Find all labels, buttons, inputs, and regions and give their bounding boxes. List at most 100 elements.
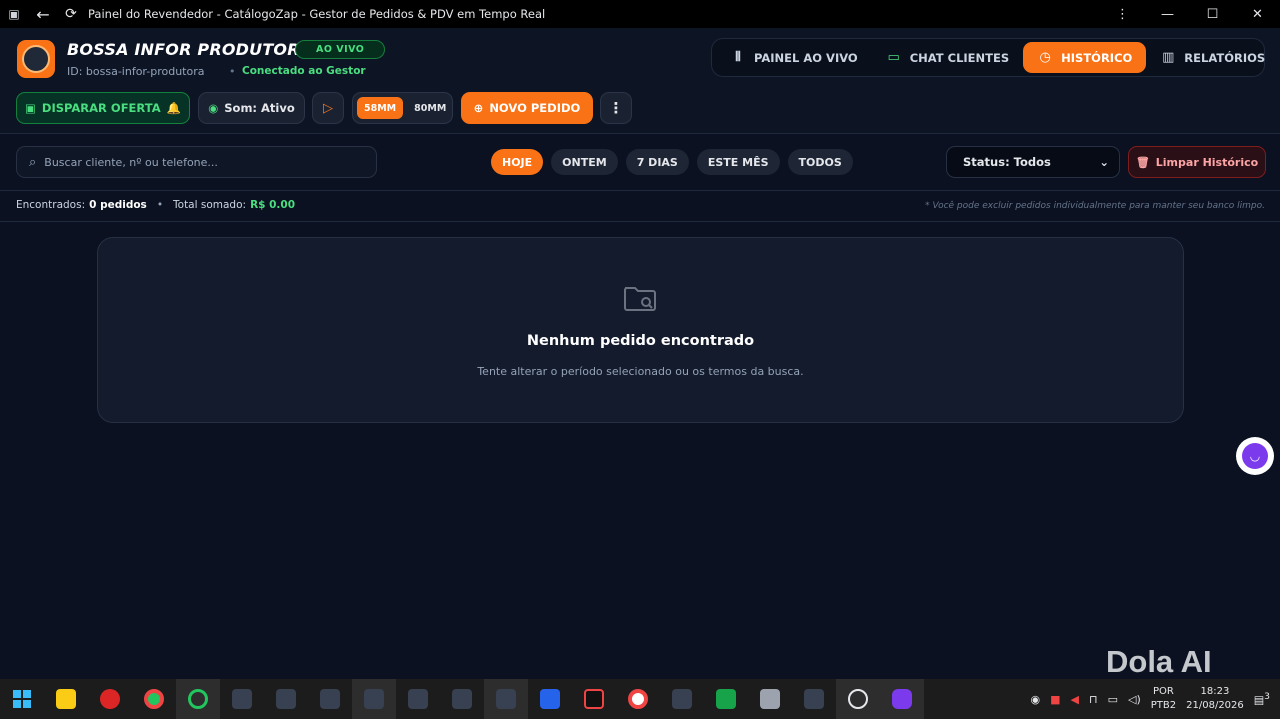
kebab-icon: ⋮ [608, 99, 624, 117]
chrome-icon [144, 689, 164, 709]
history-icon: ◷ [1039, 50, 1051, 65]
taskbar-app-blue[interactable] [528, 679, 572, 719]
opera-icon [188, 689, 208, 709]
taskbar-app-5[interactable] [396, 679, 440, 719]
app-icon: ▣ [8, 7, 20, 21]
taskbar-app-3[interactable] [308, 679, 352, 719]
novo-pedido-button[interactable]: ⊕ NOVO PEDIDO [461, 92, 593, 124]
search-input[interactable] [44, 155, 355, 169]
taskbar-app-recorder[interactable] [572, 679, 616, 719]
tray-icon[interactable]: ◉ [1031, 693, 1041, 706]
maximize-button[interactable]: ☐ [1190, 0, 1235, 28]
search-box: ⌕ [16, 146, 377, 178]
empty-state-card: Nenhum pedido encontrado Tente alterar o… [97, 237, 1184, 423]
sound-toggle-button[interactable]: ◉ Som: Ativo [198, 92, 305, 124]
period-7-dias[interactable]: 7 DIAS [625, 149, 689, 175]
divider [0, 221, 1280, 222]
status-value: Status: Todos [963, 155, 1051, 169]
taskbar-app-red[interactable] [88, 679, 132, 719]
taskbar-opera[interactable] [176, 679, 220, 719]
taskbar-whatsapp[interactable] [836, 679, 880, 719]
kebab-menu-icon[interactable]: ⋮ [1100, 0, 1145, 28]
floating-assistant-button[interactable]: ◡ [1236, 437, 1274, 475]
new-order-label: NOVO PEDIDO [489, 101, 581, 115]
back-arrow-icon[interactable]: ← [28, 0, 58, 28]
clear-label: Limpar Histórico [1155, 155, 1259, 169]
app-icon [628, 689, 648, 709]
app-icon [320, 689, 340, 709]
volume-icon[interactable]: ◁) [1128, 693, 1141, 706]
taskbar-explorer[interactable] [44, 679, 88, 719]
tab-label: PAINEL AO VIVO [754, 50, 858, 65]
tab-historico[interactable]: ◷ HISTÓRICO [1023, 42, 1147, 73]
filter-bar: ⌕ HOJE ONTEM 7 DIAS ESTE MÊS TODOS Statu… [0, 134, 1280, 191]
period-filter: HOJE ONTEM 7 DIAS ESTE MÊS TODOS [491, 149, 853, 175]
period-ontem[interactable]: ONTEM [551, 149, 618, 175]
sound-label: Som: Ativo [224, 101, 295, 115]
speaker-icon: ◉ [208, 101, 219, 115]
store-name: BOSSA INFOR PRODUTORA [67, 40, 313, 59]
chat-icon: ▭ [887, 50, 900, 65]
clock-date: 21/08/2026 [1186, 700, 1244, 711]
store-logo [17, 40, 55, 78]
period-este-mes[interactable]: ESTE MÊS [696, 149, 780, 175]
notification-count: 3 [1264, 691, 1270, 703]
taskbar-app-6[interactable] [440, 679, 484, 719]
app-icon [364, 689, 384, 709]
tab-label: RELATÓRIOS [1184, 50, 1266, 65]
taskbar-chrome[interactable] [132, 679, 176, 719]
start-button[interactable] [0, 679, 44, 719]
app-icon [100, 689, 120, 709]
taskbar-app-8[interactable] [660, 679, 704, 719]
taskbar-app-2[interactable] [264, 679, 308, 719]
lang-line-1: POR [1153, 686, 1174, 697]
minimize-button[interactable]: — [1145, 0, 1190, 28]
tab-chat-clientes[interactable]: ▭ CHAT CLIENTES [872, 42, 1023, 73]
os-taskbar: ◉ ■ ◀ ⊓ ▭ ◁) POR PTB2 18:23 21/08/2026 ▤… [0, 679, 1280, 719]
status-select[interactable]: Status: Todos ⌄ [946, 146, 1120, 178]
more-options-button[interactable]: ⋮ [600, 92, 632, 124]
taskbar-excel[interactable] [704, 679, 748, 719]
tab-label: CHAT CLIENTES [909, 50, 1010, 65]
notification-icon[interactable]: ▤3 [1254, 691, 1270, 707]
app-icon [672, 689, 692, 709]
lock-icon[interactable]: ⊓ [1089, 693, 1098, 706]
store-id: ID: bossa-infor-produtora [67, 65, 205, 78]
period-todos[interactable]: TODOS [787, 149, 853, 175]
period-hoje[interactable]: HOJE [491, 149, 544, 175]
paper-80mm-button[interactable]: 80MM [407, 97, 453, 119]
paper-58mm-button[interactable]: 58MM [357, 97, 404, 119]
whatsapp-icon [848, 689, 868, 709]
taskbar-app-7[interactable] [484, 679, 528, 719]
window-title: Painel do Revendedor - CatálogoZap - Ges… [88, 7, 546, 21]
window-titlebar: ▣ ← ⟳ Painel do Revendedor - CatálogoZap… [0, 0, 1280, 28]
taskbar-app-1[interactable] [220, 679, 264, 719]
language-indicator[interactable]: POR PTB2 [1151, 685, 1176, 713]
taskbar-app-building[interactable] [748, 679, 792, 719]
clock[interactable]: 18:23 21/08/2026 [1186, 685, 1244, 713]
taskbar-app-purple[interactable] [880, 679, 924, 719]
close-button[interactable]: ✕ [1235, 0, 1280, 28]
window-controls: ⋮ — ☐ ✕ [1100, 0, 1280, 28]
disparar-oferta-button[interactable]: ▣ DISPARAR OFERTA 🔔 [16, 92, 190, 124]
tab-painel-ao-vivo[interactable]: ⦀ PAINEL AO VIVO [716, 42, 872, 73]
offer-label: DISPARAR OFERTA [41, 101, 161, 115]
reload-icon[interactable]: ⟳ [58, 0, 84, 28]
live-badge: AO VIVO [295, 40, 386, 59]
connection-status: Conectado ao Gestor [242, 65, 366, 77]
taskbar-app-4[interactable] [352, 679, 396, 719]
tab-relatorios[interactable]: ▥ RELATÓRIOS [1146, 42, 1279, 73]
tray-arrow-icon[interactable]: ◀ [1071, 693, 1079, 706]
play-test-button[interactable]: ▷ [312, 92, 344, 124]
taskbar-app-opera-gx[interactable] [616, 679, 660, 719]
tray-icon[interactable]: ■ [1050, 693, 1060, 706]
delete-hint: * Você pode excluir pedidos individualme… [925, 201, 1265, 211]
clock-time: 18:23 [1200, 686, 1230, 697]
watermark: Dola AI [1106, 644, 1212, 679]
taskbar-app-9[interactable] [792, 679, 836, 719]
system-tray: ◉ ■ ◀ ⊓ ▭ ◁) POR PTB2 18:23 21/08/2026 ▤… [1031, 679, 1280, 719]
chevron-down-icon: ⌄ [1099, 155, 1109, 169]
network-icon[interactable]: ▭ [1108, 693, 1118, 706]
limpar-historico-button[interactable]: 🗑 Limpar Histórico [1128, 146, 1266, 178]
tab-label: HISTÓRICO [1061, 50, 1133, 65]
